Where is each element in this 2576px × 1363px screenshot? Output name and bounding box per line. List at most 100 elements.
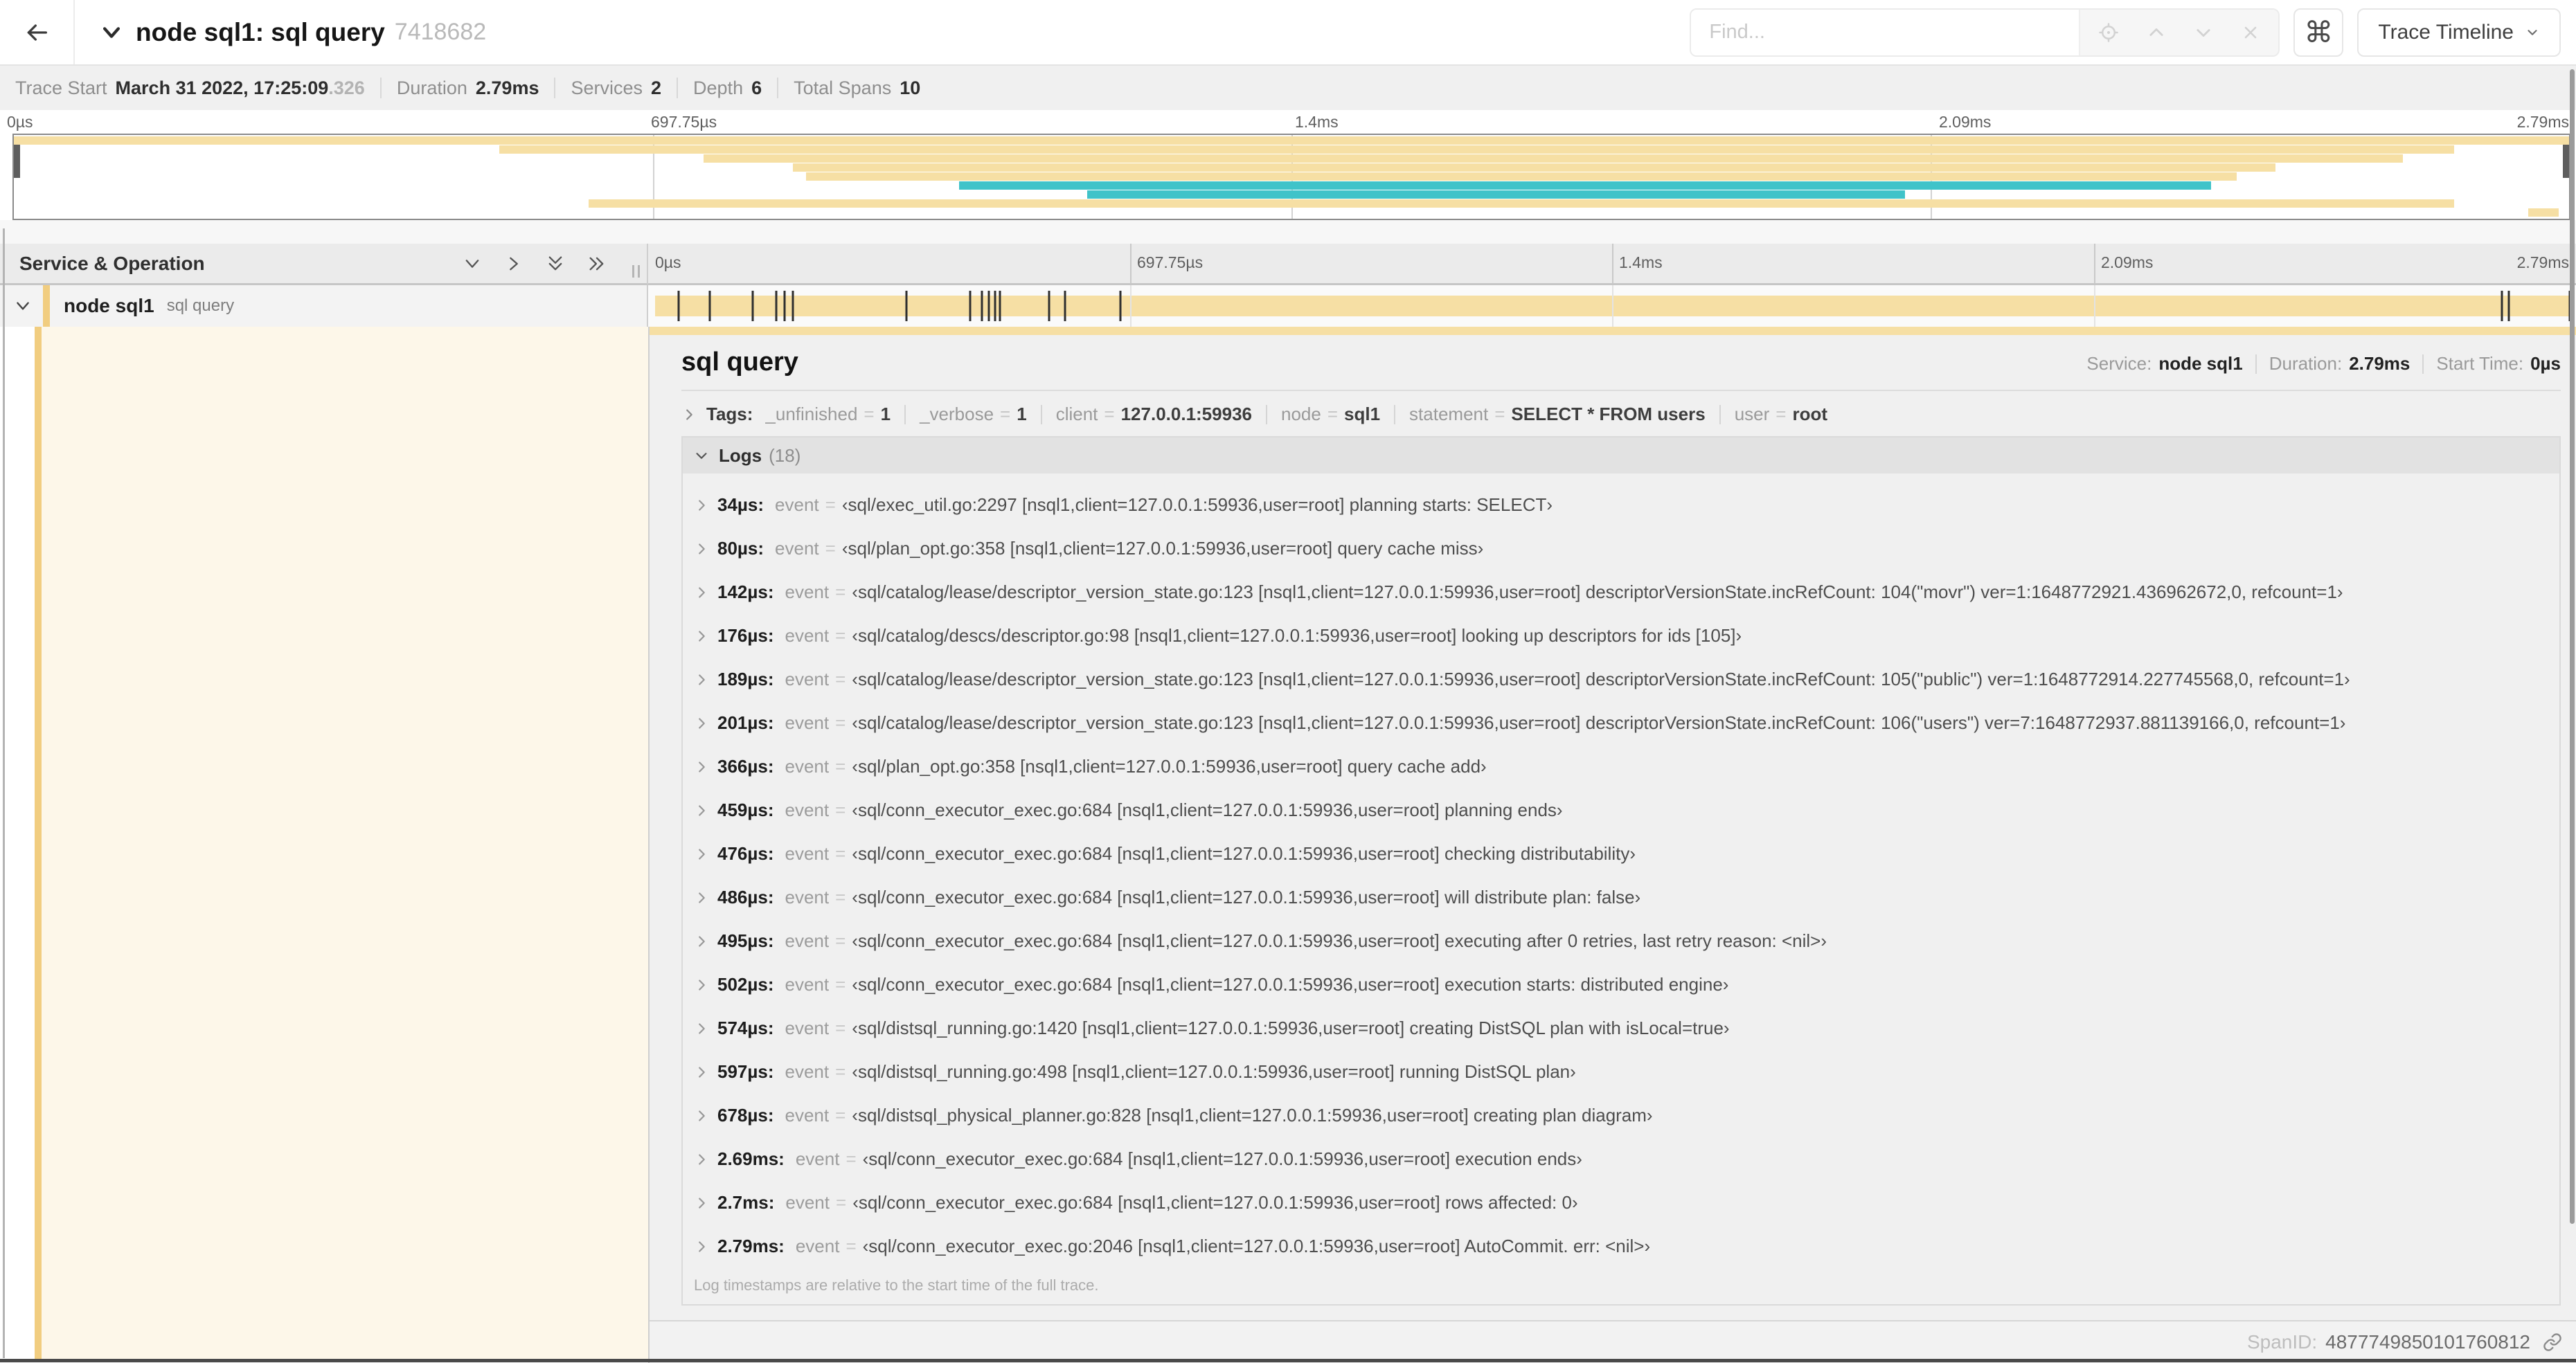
log-row[interactable]: 201µs: event = ‹sql/catalog/lease/descripto… (683, 701, 2559, 745)
tag-item[interactable]: node = sql1 (1281, 404, 1380, 425)
log-row[interactable]: 459µs: event = ‹sql/conn_executor_exec.go:6… (683, 788, 2559, 832)
prev-result-icon[interactable] (2133, 23, 2180, 42)
stat-label: Services (571, 77, 643, 98)
log-timestamp: 201µs: (717, 712, 774, 733)
collapse-span-icon[interactable] (14, 297, 32, 315)
stat-label: Duration (396, 77, 467, 98)
chevron-right-icon (694, 1108, 709, 1123)
log-timestamp: 34µs: (717, 494, 764, 515)
log-field-value: ‹sql/catalog/lease/descriptor_version_st… (852, 581, 2343, 602)
chevron-right-icon (694, 1195, 709, 1211)
chevron-right-icon (694, 934, 709, 949)
trace-view-select[interactable]: Trace Timeline (2357, 8, 2561, 57)
window-left-edge (3, 228, 5, 1358)
meta-divider (2255, 354, 2257, 374)
log-marker (981, 291, 983, 321)
vertical-scrollbar[interactable] (2570, 69, 2575, 1224)
log-row[interactable]: 574µs: event = ‹sql/distsql_running.go:1420… (683, 1007, 2559, 1050)
tag-equals: = (1000, 404, 1011, 424)
tags-row[interactable]: Tags: _unfinished = 1 _verbose = 1 client = 127.… (681, 404, 2561, 425)
column-resizer-grip[interactable] (632, 265, 640, 278)
clear-find-icon[interactable] (2227, 23, 2274, 42)
chevron-right-icon (694, 847, 709, 862)
log-text: event = ‹sql/catalog/descs/descriptor.go:9… (785, 625, 1742, 647)
log-text: event = ‹sql/catalog/lease/descriptor_vers… (785, 581, 2343, 603)
log-row[interactable]: 34µs: event = ‹sql/exec_util.go:2297 [nsql1… (683, 483, 2559, 527)
trace-stat: Services 2 (571, 78, 661, 99)
log-row[interactable]: 2.69ms: event = ‹sql/conn_executor_exec.go:… (683, 1137, 2559, 1181)
trace-stat: Duration 2.79ms (397, 78, 539, 99)
service-operation-header: Service & Operation (0, 244, 648, 285)
log-timestamp: 142µs: (717, 581, 774, 602)
tag-item[interactable]: _unfinished = 1 (765, 404, 891, 425)
tag-item[interactable]: client = 127.0.0.1:59936 (1056, 404, 1252, 425)
log-timestamp: 502µs: (717, 974, 774, 995)
span-row-timeline[interactable] (648, 285, 2576, 327)
tag-item[interactable]: _verbose = 1 (920, 404, 1027, 425)
log-row[interactable]: 2.79ms: event = ‹sql/conn_executor_exec.go:… (683, 1225, 2559, 1268)
span-tree-offset[interactable] (0, 327, 648, 1363)
log-marker (1064, 291, 1066, 321)
minimap-canvas[interactable] (12, 134, 2570, 220)
minimap-span (959, 181, 2212, 190)
next-result-icon[interactable] (2180, 23, 2227, 42)
locate-icon[interactable] (2084, 22, 2133, 43)
log-row[interactable]: 495µs: event = ‹sql/conn_executor_exec.go:6… (683, 919, 2559, 963)
link-icon[interactable] (2543, 1333, 2562, 1352)
log-marker (1119, 291, 1122, 321)
log-row[interactable]: 80µs: event = ‹sql/plan_opt.go:358 [nsql1,c… (683, 527, 2559, 570)
log-row[interactable]: 502µs: event = ‹sql/conn_executor_exec.go:6… (683, 963, 2559, 1007)
collapse-trace-header-icon[interactable] (100, 21, 123, 44)
collapse-all-icon[interactable] (546, 254, 565, 273)
logs-block: Logs (18) 34µs: event = ‹sql/exec_util.go:2… (681, 436, 2561, 1306)
trace-stat: Total Spans 10 (794, 78, 920, 99)
log-field-key: event (785, 1061, 830, 1082)
log-marker (905, 291, 908, 321)
log-row[interactable]: 366µs: event = ‹sql/plan_opt.go:358 [nsql1,… (683, 745, 2559, 788)
chevron-right-icon (694, 498, 709, 513)
span-service-name: node sql1 (64, 295, 154, 316)
tag-item[interactable]: user = root (1735, 404, 1827, 425)
logs-header[interactable]: Logs (18) (683, 437, 2559, 473)
chevron-right-icon (694, 1065, 709, 1080)
back-button[interactable] (0, 0, 75, 64)
timeline-header-row: Service & Operation 0µs 697.75µs 1.4ms 2.09… (0, 244, 2576, 285)
minimap-ruler: 0µs 697.75µs 1.4ms 2.09ms 2.79ms (0, 110, 2576, 134)
minimap-span (2528, 208, 2559, 217)
tag-value: 1 (1017, 404, 1027, 424)
find-input[interactable] (1691, 9, 2079, 55)
log-timestamp: 476µs: (717, 843, 774, 864)
keyboard-shortcuts-button[interactable]: ⌘ (2293, 8, 2344, 57)
log-field-value: ‹sql/conn_executor_exec.go:684 [nsql1,cl… (852, 930, 1827, 951)
detail-color-stripe[interactable] (35, 327, 42, 1359)
log-timestamp: 495µs: (717, 930, 774, 951)
chevron-right-icon (694, 672, 709, 687)
log-marker (775, 291, 778, 321)
collapse-one-icon[interactable] (463, 254, 482, 273)
log-row[interactable]: 142µs: event = ‹sql/catalog/lease/descripto… (683, 570, 2559, 614)
tag-divider (1394, 404, 1396, 424)
log-row[interactable]: 486µs: event = ‹sql/conn_executor_exec.go:6… (683, 876, 2559, 919)
log-row[interactable]: 176µs: event = ‹sql/catalog/descs/descripto… (683, 614, 2559, 658)
tags-label: Tags: (706, 404, 753, 424)
log-row[interactable]: 476µs: event = ‹sql/conn_executor_exec.go:6… (683, 832, 2559, 876)
log-equals: = (835, 712, 846, 733)
span-id-value: 4877749850101760812 (2325, 1331, 2530, 1353)
log-marker (783, 291, 786, 321)
log-row[interactable]: 597µs: event = ‹sql/distsql_running.go:498 … (683, 1050, 2559, 1094)
tag-divider (904, 404, 906, 424)
chevron-right-icon (694, 541, 709, 557)
log-row[interactable]: 2.7ms: event = ‹sql/conn_executor_exec.go:6… (683, 1181, 2559, 1225)
expand-all-icon[interactable] (587, 254, 607, 273)
log-row[interactable]: 678µs: event = ‹sql/distsql_physical_planne… (683, 1094, 2559, 1137)
log-field-key: event (785, 669, 830, 689)
tag-item[interactable]: statement = SELECT * FROM users (1409, 404, 1706, 425)
span-row-name-column[interactable]: node sql1 sql query (0, 285, 648, 327)
section-gap (0, 220, 2576, 244)
span-row[interactable]: node sql1 sql query (0, 285, 2576, 327)
log-row[interactable]: 189µs: event = ‹sql/catalog/lease/descripto… (683, 658, 2559, 701)
tag-key: node (1280, 404, 1321, 424)
chevron-right-icon (694, 1152, 709, 1167)
start-time-label: Start Time: (2436, 353, 2524, 374)
expand-one-icon[interactable] (504, 254, 524, 273)
